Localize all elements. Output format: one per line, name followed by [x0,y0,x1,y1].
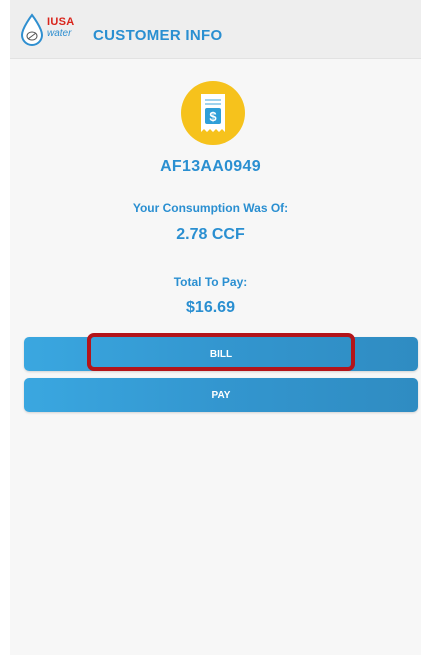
pay-button[interactable]: PAY [24,378,418,412]
iusa-water-logo: IUSA water [19,13,87,49]
account-number: AF13AA0949 [160,158,261,175]
consumption-value: 2.78 CCF [176,226,245,243]
logo-text-top: IUSA [47,16,75,28]
total-value: $16.69 [186,299,235,316]
consumption-label: Your Consumption Was Of: [132,201,289,215]
top-bar: IUSA water CUSTOMER INFO [10,0,421,59]
receipt-dollar-icon: $ [181,81,245,145]
total-label: Total To Pay: [173,275,248,289]
water-drop-logo-icon [20,13,44,46]
bill-button[interactable]: BILL [24,337,418,371]
page-title: CUSTOMER INFO [93,27,223,44]
logo-text-bottom: water [47,28,72,39]
svg-text:$: $ [209,109,217,124]
